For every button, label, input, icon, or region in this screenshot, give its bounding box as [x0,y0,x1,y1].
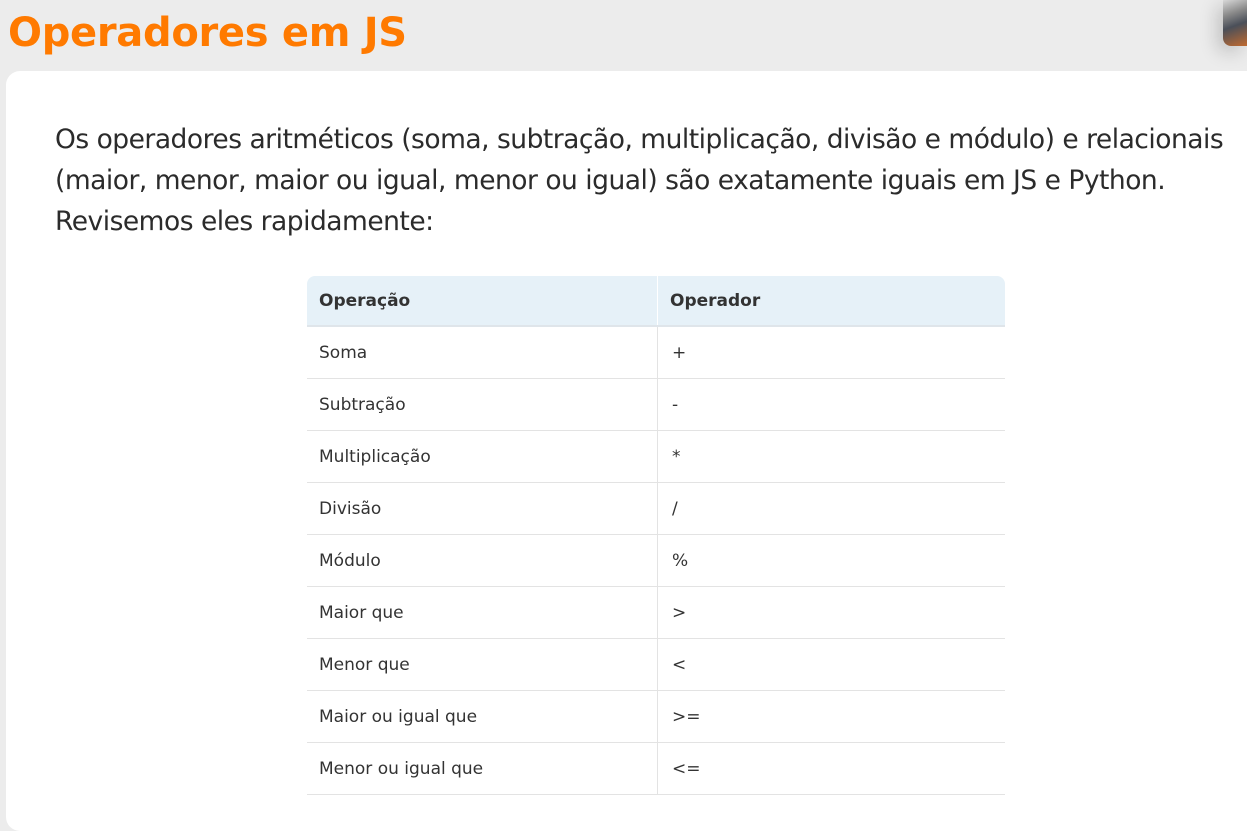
table-row: Multiplicação * [307,430,1005,483]
operator-cell: > [657,586,1005,639]
operation-cell: Divisão [307,482,658,535]
column-header-operation: Operação [307,276,658,327]
intro-paragraph: Os operadores aritméticos (soma, subtraç… [55,124,1224,237]
page-title: Operadores em JS [8,10,407,56]
operation-cell: Soma [307,326,658,379]
avatar[interactable] [1223,0,1247,46]
table-row: Menor que < [307,638,1005,691]
table-header-row: Operação Operador [307,276,1005,327]
operation-cell: Subtração [307,378,658,431]
operation-cell: Módulo [307,534,658,587]
operation-cell: Menor que [307,638,658,691]
table-row: Subtração - [307,378,1005,431]
table-row: Maior que > [307,586,1005,639]
operator-cell: >= [657,690,1005,743]
column-header-operator: Operador [657,276,1005,327]
table-row: Maior ou igual que >= [307,690,1005,743]
operator-cell: - [657,378,1005,431]
operation-cell: Maior ou igual que [307,690,658,743]
table-row: Divisão / [307,482,1005,535]
operator-cell: <= [657,742,1005,795]
operator-cell: < [657,638,1005,691]
operator-cell: % [657,534,1005,587]
table-row: Soma + [307,326,1005,379]
operator-cell: + [657,326,1005,379]
table-row: Módulo % [307,534,1005,587]
table-row: Menor ou igual que <= [307,742,1005,795]
operator-cell: / [657,482,1005,535]
operators-table: Operação Operador Soma + Subtração - Mul… [307,276,1005,795]
operator-cell: * [657,430,1005,483]
operation-cell: Maior que [307,586,658,639]
operation-cell: Multiplicação [307,430,658,483]
operation-cell: Menor ou igual que [307,742,658,795]
